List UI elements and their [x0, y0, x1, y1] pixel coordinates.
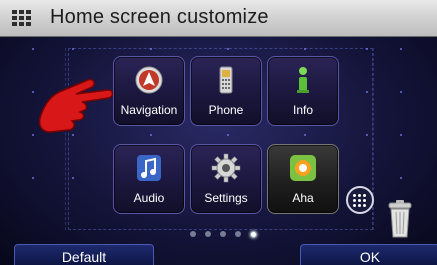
audio-icon	[137, 155, 161, 181]
page-dot-active[interactable]	[250, 231, 257, 238]
phone-tile[interactable]: Phone	[190, 56, 262, 126]
trash-icon[interactable]	[386, 199, 414, 239]
header-bar: Home screen customize	[0, 0, 437, 37]
default-button[interactable]: Default	[14, 244, 154, 265]
page-title: Home screen customize	[50, 6, 269, 28]
phone-icon	[219, 66, 233, 94]
settings-gear-icon	[211, 153, 241, 183]
tile-label: Aha	[292, 191, 314, 205]
page-dot[interactable]	[190, 231, 196, 237]
info-tile[interactable]: Info	[267, 56, 339, 126]
ok-button[interactable]: OK	[300, 244, 437, 265]
aha-tile[interactable]: Aha	[267, 144, 339, 214]
pointing-hand-icon	[38, 78, 114, 133]
settings-tile[interactable]: Settings	[190, 144, 262, 214]
info-icon	[297, 67, 309, 93]
tile-label: Phone	[208, 103, 244, 117]
page-dot[interactable]	[220, 231, 226, 237]
page-dot[interactable]	[235, 231, 241, 237]
navigation-icon	[135, 66, 163, 94]
tile-label: Audio	[133, 191, 165, 205]
tile-label: Settings	[204, 191, 248, 205]
home-screen-customize: Home screen customize Navigation Phone I…	[0, 0, 437, 265]
tile-label: Info	[292, 103, 313, 117]
audio-tile[interactable]: Audio	[113, 144, 185, 214]
aha-icon	[290, 155, 316, 181]
page-dot[interactable]	[205, 231, 211, 237]
menu-grid-icon[interactable]	[12, 10, 32, 26]
page-indicator	[190, 231, 257, 238]
more-apps-icon[interactable]	[346, 186, 374, 214]
